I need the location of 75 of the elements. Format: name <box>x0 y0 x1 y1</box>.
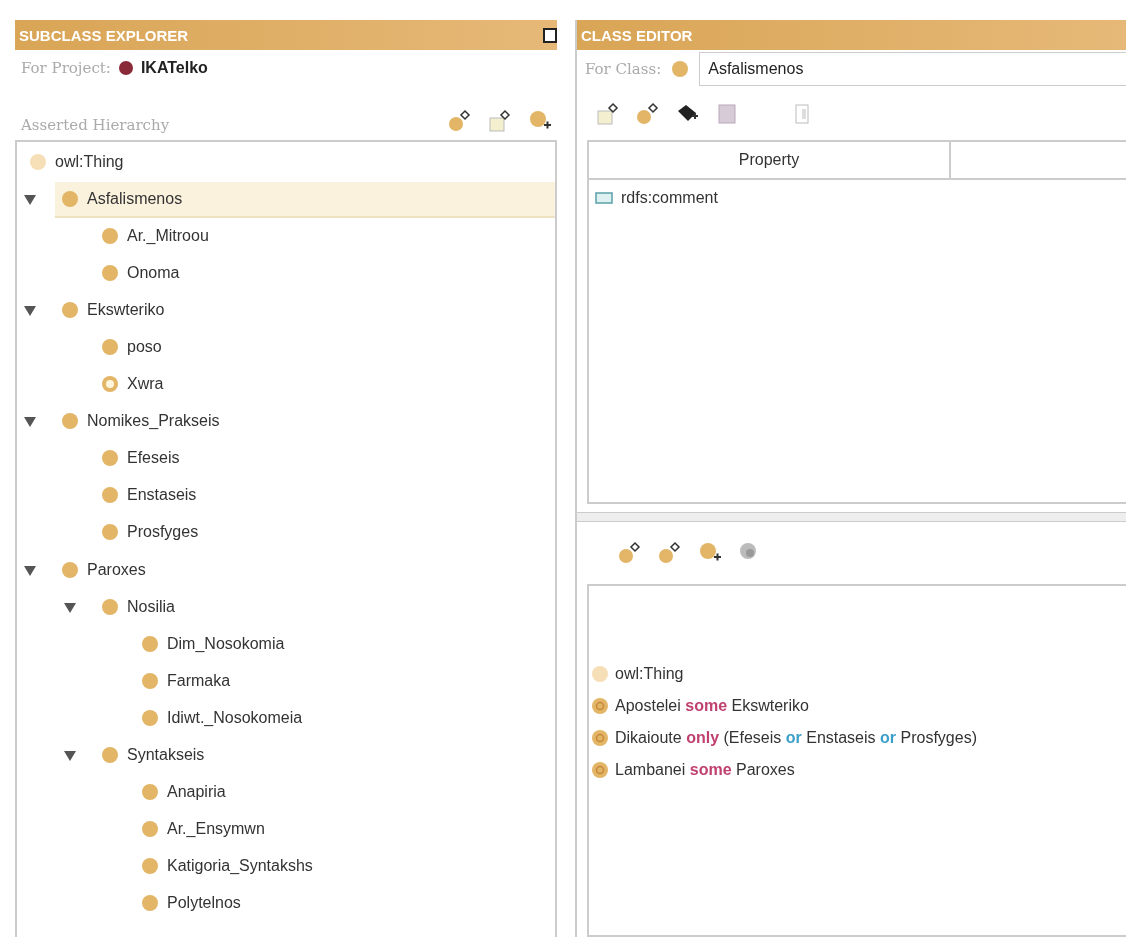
class-icon <box>61 412 79 431</box>
expanded-triangle-icon[interactable] <box>23 416 37 429</box>
add-condition-icon[interactable] <box>617 540 643 566</box>
condition-expression: Lambanei some Paroxes <box>615 761 795 779</box>
panel-header: CLASS EDITOR <box>577 20 1126 50</box>
expanded-triangle-icon[interactable] <box>23 564 37 577</box>
restriction-icon <box>591 697 609 715</box>
project-label: For Project: <box>21 59 111 77</box>
class-name-field[interactable]: Asfalismenos <box>699 52 1126 86</box>
thing-icon <box>591 665 609 683</box>
tree-item[interactable]: Ar._Ensymwn <box>135 812 555 849</box>
class-icon <box>141 783 159 802</box>
class-label: For Class: <box>585 60 662 78</box>
tree-item[interactable]: Prosfyges <box>95 515 555 552</box>
tree-item[interactable]: Asfalismenos <box>55 181 555 218</box>
tree-item[interactable]: Anapiria <box>135 775 555 812</box>
condition-expression: Dikaioute only (Efeseis or Enstaseis or Prosfyges) <box>615 729 977 747</box>
create-sibling-icon[interactable] <box>487 108 513 134</box>
class-icon <box>101 746 119 765</box>
restriction-icon <box>591 729 609 747</box>
tree-item[interactable]: Dim_Nosokomia <box>135 626 555 663</box>
expanded-triangle-icon[interactable] <box>23 193 37 206</box>
project-icon <box>118 61 133 75</box>
tree-item[interactable]: Nomikes_Prakseis <box>55 404 555 441</box>
class-icon <box>141 820 159 839</box>
class-icon <box>101 263 119 282</box>
tree-item[interactable]: Ar._Mitroou <box>95 218 555 255</box>
class-icon <box>61 300 79 319</box>
class-icon <box>101 597 119 616</box>
tree-item[interactable]: Enstaseis <box>95 478 555 515</box>
column-header[interactable]: Property <box>589 142 951 178</box>
tree-item[interactable]: Ekswteriko <box>55 292 555 329</box>
tree-item[interactable]: Idiwt._Nosokomeia <box>135 700 555 737</box>
restriction-icon <box>591 761 609 779</box>
class-icon <box>101 338 119 356</box>
panel-header: SUBCLASS EXPLORER <box>15 20 557 50</box>
class-icon <box>101 523 119 542</box>
condition-expression: owl:Thing <box>615 665 684 683</box>
class-icon <box>101 486 119 505</box>
class-icon <box>101 226 119 245</box>
ring-class-icon <box>101 375 119 394</box>
class-icon <box>141 671 159 690</box>
table-cell: rdfs:comment <box>621 189 718 207</box>
hierarchy-label: Asserted Hierarchy <box>21 116 170 134</box>
class-icon <box>141 894 159 913</box>
class-icon <box>61 560 79 579</box>
condition-expression: Apostelei some Ekswteriko <box>615 697 809 715</box>
tree-item[interactable]: Xwra <box>95 367 555 404</box>
class-icon <box>671 60 690 78</box>
expanded-triangle-icon[interactable] <box>63 750 77 763</box>
class-icon <box>141 634 159 653</box>
thing-icon <box>29 152 47 171</box>
tree-item[interactable]: owl:Thing <box>23 144 555 181</box>
class-icon <box>141 708 159 727</box>
expanded-triangle-icon[interactable] <box>63 601 77 614</box>
tree-item[interactable]: Syntakseis <box>95 738 555 775</box>
tree-item[interactable]: Paroxes <box>55 552 555 589</box>
add-restriction-icon[interactable] <box>657 540 683 566</box>
annotation-icon <box>595 192 613 204</box>
class-icon <box>141 857 159 876</box>
tree-item[interactable]: Onoma <box>95 255 555 292</box>
tree-item[interactable]: Farmaka <box>135 663 555 700</box>
tree-item[interactable]: Nosilia <box>95 589 555 626</box>
class-icon <box>61 189 79 208</box>
expanded-triangle-icon[interactable] <box>23 304 37 317</box>
add-property-icon[interactable] <box>595 101 621 127</box>
tree-item[interactable]: Efeseis <box>95 441 555 478</box>
add-value-icon[interactable] <box>635 101 661 127</box>
tree-item[interactable]: poso <box>95 330 555 366</box>
create-subclass-icon[interactable] <box>447 108 473 134</box>
tree-item[interactable]: Katigoria_Syntakshs <box>135 849 555 886</box>
tree-item[interactable]: Polytelnos <box>135 886 555 923</box>
class-icon <box>101 449 119 468</box>
project-name: IKATelko <box>140 59 208 77</box>
restore-icon[interactable] <box>543 27 557 43</box>
